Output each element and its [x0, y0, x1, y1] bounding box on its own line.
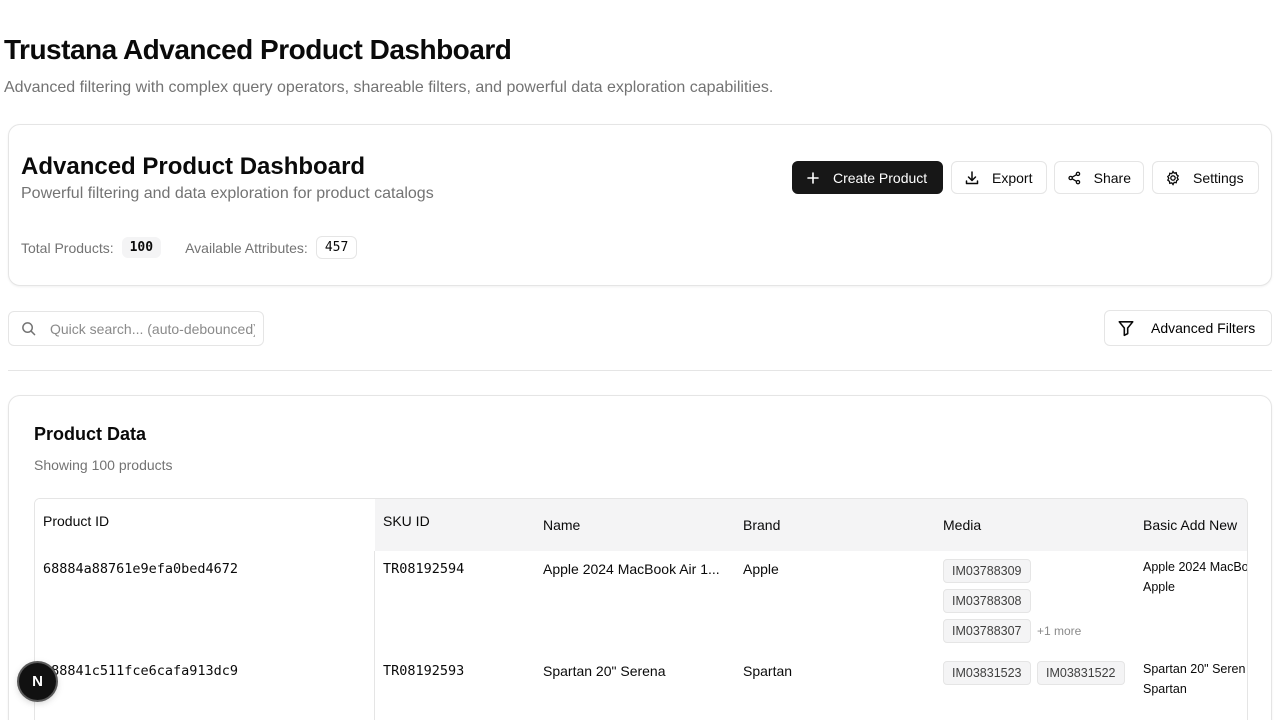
page-subtitle: Advanced filtering with complex query op…: [4, 79, 774, 96]
total-products-label: Total Products:: [21, 239, 114, 256]
available-attributes-badge: 457: [315, 236, 358, 259]
export-label: Export: [992, 169, 1033, 186]
share-label: Share: [1093, 169, 1131, 186]
column-header-name[interactable]: Name: [543, 517, 580, 533]
table-cell-brand: Apple: [743, 561, 779, 577]
column-header-sku[interactable]: SKU ID: [383, 513, 430, 529]
product-count-text: Showing 100 products: [34, 457, 173, 473]
search-icon: [22, 322, 36, 336]
page-title: Trustana Advanced Product Dashboard: [4, 34, 512, 65]
plus-icon: [807, 171, 819, 184]
total-products-badge: 100: [121, 237, 162, 258]
nextjs-dev-indicator[interactable]: N: [19, 663, 56, 700]
attr-line: Apple: [1143, 580, 1175, 594]
share-icon: [1068, 171, 1081, 184]
table-cell-product-id[interactable]: 688841c511fce6cafa913dc9: [43, 663, 238, 679]
create-product-button[interactable]: Create Product: [792, 161, 943, 194]
search-input[interactable]: [50, 320, 255, 337]
stats-row: Total Products: 100 Available Attributes…: [21, 236, 358, 259]
media-chip[interactable]: IM03788307: [943, 619, 1031, 643]
attr-line: Spartan 20" Seren: [1143, 662, 1246, 676]
column-header-product-id[interactable]: Product ID: [43, 513, 109, 529]
table-cell-brand: Spartan: [743, 663, 793, 679]
gear-icon: [1166, 169, 1180, 186]
available-attributes-label: Available Attributes:: [185, 239, 308, 256]
section-divider: [8, 370, 1272, 371]
create-product-label: Create Product: [833, 169, 928, 186]
table-cell-name: Apple 2024 MacBook Air 1...: [543, 561, 720, 577]
settings-label: Settings: [1193, 169, 1244, 186]
advanced-filters-label: Advanced Filters: [1151, 320, 1256, 336]
attr-line: Apple 2024 MacBo: [1143, 560, 1248, 574]
attr-line: Spartan: [1143, 682, 1187, 696]
product-table: SKU ID Name Brand Media Basic Add New TR…: [34, 498, 1248, 720]
media-chip[interactable]: IM03831523: [943, 661, 1031, 685]
media-chip[interactable]: IM03788309: [943, 559, 1031, 583]
product-data-card: Product Data Showing 100 products SKU ID…: [8, 395, 1272, 720]
column-header-media[interactable]: Media: [943, 517, 981, 533]
table-cell-product-id[interactable]: 68884a88761e9efa0bed4672: [43, 561, 238, 577]
product-data-title: Product Data: [34, 424, 147, 444]
export-button[interactable]: Export: [951, 161, 1047, 194]
dashboard-subtitle: Powerful filtering and data exploration …: [21, 185, 434, 202]
media-chip[interactable]: IM03788308: [943, 589, 1031, 613]
pinned-header: Product ID: [35, 499, 375, 551]
table-cell-sku: TR08192593: [383, 663, 465, 679]
filter-icon: [1118, 321, 1134, 337]
quick-search: [8, 311, 264, 346]
column-header-brand[interactable]: Brand: [743, 517, 780, 533]
dashboard-title: Advanced Product Dashboard: [21, 153, 366, 180]
download-icon: [965, 170, 979, 184]
advanced-filters-button[interactable]: Advanced Filters: [1104, 310, 1272, 346]
share-button[interactable]: Share: [1054, 161, 1144, 194]
column-header-basic-add-new[interactable]: Basic Add New: [1143, 517, 1237, 533]
media-more-link[interactable]: +1 more: [1037, 624, 1081, 638]
settings-button[interactable]: Settings: [1152, 161, 1259, 194]
media-chip[interactable]: IM03831522: [1037, 661, 1125, 685]
table-cell-sku: TR08192594: [383, 561, 465, 577]
table-cell-name: Spartan 20" Serena: [543, 663, 666, 679]
dashboard-header-card: Advanced Product Dashboard Powerful filt…: [8, 124, 1272, 286]
pinned-column: Product ID 68884a88761e9efa0bed4672 6888…: [35, 499, 375, 720]
